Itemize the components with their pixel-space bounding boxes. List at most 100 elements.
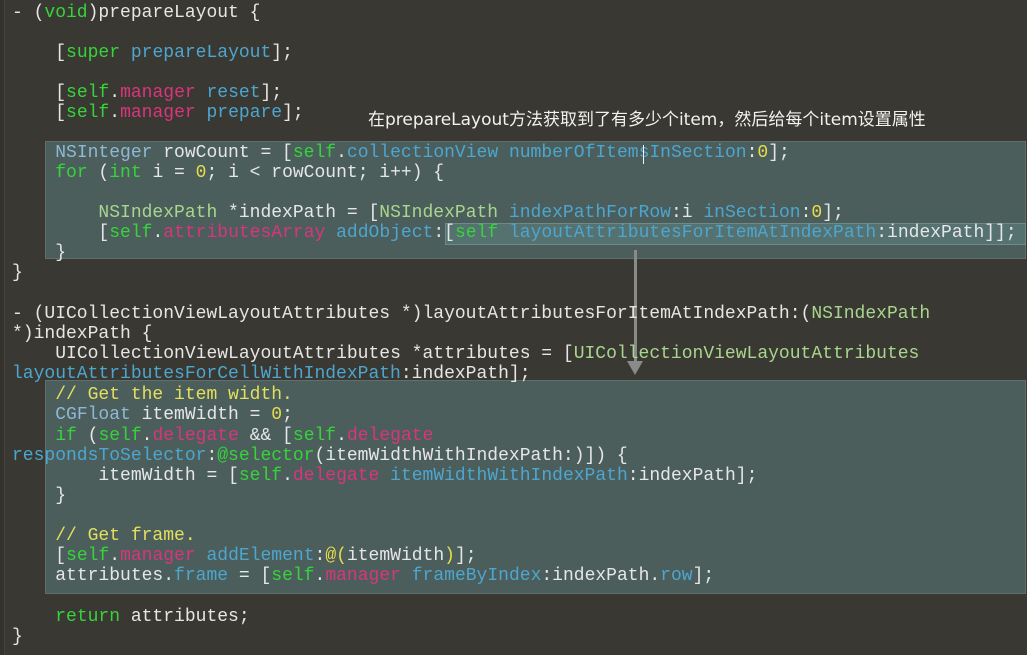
code-token: inSection bbox=[703, 203, 801, 223]
code-line[interactable]: [self.attributesArray addObject:[self la… bbox=[12, 223, 1022, 243]
code-token: itemWidth = [ bbox=[12, 466, 239, 486]
code-token: reset bbox=[206, 83, 261, 103]
code-token: manager bbox=[325, 566, 401, 586]
code-token: attributes; bbox=[120, 607, 250, 627]
code-token: manager bbox=[120, 546, 196, 566]
code-token: int bbox=[109, 163, 142, 183]
code-token: ]; bbox=[271, 43, 293, 63]
code-line[interactable]: CGFloat itemWidth = 0; bbox=[12, 405, 1022, 425]
code-line[interactable]: // Get frame. bbox=[12, 526, 1022, 546]
code-token: - ( bbox=[12, 304, 45, 324]
code-token: ]; bbox=[822, 203, 844, 223]
code-token: && [ bbox=[238, 426, 293, 446]
code-token: *)layoutAttributesForItemAtIndexPath:( bbox=[390, 304, 812, 324]
code-token: void bbox=[44, 3, 88, 23]
code-token: : bbox=[746, 143, 758, 163]
code-line[interactable]: NSIndexPath *indexPath = [NSIndexPath in… bbox=[12, 203, 1022, 223]
code-line[interactable]: } bbox=[12, 627, 1022, 647]
code-token: NSIndexPath bbox=[379, 203, 499, 223]
code-line[interactable]: if (self.delegate && [self.delegate resp… bbox=[12, 426, 1022, 466]
code-token: attributesArray bbox=[163, 223, 326, 243]
code-token: : bbox=[800, 203, 812, 223]
code-token: ]; bbox=[768, 143, 790, 163]
code-token: = [ bbox=[228, 566, 272, 586]
code-line[interactable]: } bbox=[12, 243, 1022, 263]
code-token: :indexPath. bbox=[541, 566, 661, 586]
code-token: ]; bbox=[282, 103, 304, 123]
code-token: delegate bbox=[346, 426, 434, 446]
code-token: if bbox=[55, 426, 77, 446]
code-token: rowCount = [ bbox=[152, 143, 293, 163]
code-token: ; i < rowCount; i++) { bbox=[206, 163, 445, 183]
code-line[interactable]: for (int i = 0; i < rowCount; i++) { bbox=[12, 163, 1022, 183]
code-token: *attributes = [ bbox=[400, 344, 574, 364]
code-line[interactable]: - (UICollectionViewLayoutAttributes *)la… bbox=[12, 304, 1022, 344]
code-token: NSIndexPath bbox=[811, 304, 931, 324]
code-token: self bbox=[292, 426, 337, 446]
code-line[interactable]: itemWidth = [self.delegate itemWidthWith… bbox=[12, 466, 1022, 486]
code-token: self bbox=[292, 143, 337, 163]
text-cursor bbox=[643, 145, 644, 164]
code-token: (itemWidthWithIndexPath:)]) { bbox=[314, 446, 628, 466]
code-line[interactable]: // Get the item width. bbox=[12, 385, 1022, 405]
editor-gutter bbox=[0, 0, 5, 655]
code-token: prepareLayout bbox=[130, 43, 272, 63]
code-token: : bbox=[314, 546, 326, 566]
code-line[interactable]: [self.manager reset]; bbox=[12, 83, 1022, 103]
code-token: ) bbox=[444, 546, 455, 566]
code-token: [ bbox=[12, 43, 67, 63]
code-token: row bbox=[660, 566, 693, 586]
code-token: [ bbox=[12, 103, 67, 123]
code-token: )prepareLayout { bbox=[87, 3, 261, 23]
code-line[interactable]: [super prepareLayout]; bbox=[12, 43, 1022, 63]
code-token: respondsToSelector bbox=[12, 446, 207, 466]
code-token: // Get the item width. bbox=[55, 385, 293, 405]
code-token: addElement bbox=[206, 546, 315, 566]
code-token: self bbox=[66, 103, 110, 123]
code-token: UICollectionViewLayoutAttributes bbox=[44, 304, 391, 324]
code-line[interactable]: NSInteger rowCount = [self.collectionVie… bbox=[12, 143, 1022, 163]
code-token: @( bbox=[325, 546, 347, 566]
code-token: [ bbox=[12, 546, 67, 566]
code-token: NSIndexPath bbox=[98, 203, 218, 223]
code-line[interactable]: return attributes; bbox=[12, 607, 1022, 627]
code-token: :indexPath]; bbox=[400, 364, 531, 384]
code-token: for bbox=[55, 163, 88, 183]
code-token: :indexPath]; bbox=[627, 466, 758, 486]
code-line[interactable]: attributes.frame = [self.manager frameBy… bbox=[12, 566, 1022, 586]
code-token: itemWidth = bbox=[130, 405, 272, 425]
code-token: self bbox=[66, 546, 110, 566]
code-token: i = bbox=[141, 163, 196, 183]
code-line[interactable]: - (void)prepareLayout { bbox=[12, 3, 1022, 23]
code-token: :i bbox=[670, 203, 704, 223]
code-line[interactable]: [self.manager addElement:@(itemWidth)]; bbox=[12, 546, 1022, 566]
code-line[interactable]: UICollectionViewLayoutAttributes *attrib… bbox=[12, 344, 1022, 384]
code-token: delegate bbox=[292, 466, 380, 486]
code-token: numberOfItemsInSection bbox=[508, 143, 747, 163]
code-token: 0 bbox=[811, 203, 823, 223]
code-token: ]; bbox=[692, 566, 715, 586]
code-token: self bbox=[98, 426, 142, 446]
code-line[interactable]: } bbox=[12, 263, 1022, 283]
code-token: . bbox=[109, 546, 121, 566]
code-token: self bbox=[454, 223, 499, 243]
code-token: self bbox=[271, 566, 315, 586]
code-token: self bbox=[109, 223, 153, 243]
code-token: indexPathForRow bbox=[508, 203, 671, 223]
code-line[interactable]: } bbox=[12, 486, 1022, 506]
